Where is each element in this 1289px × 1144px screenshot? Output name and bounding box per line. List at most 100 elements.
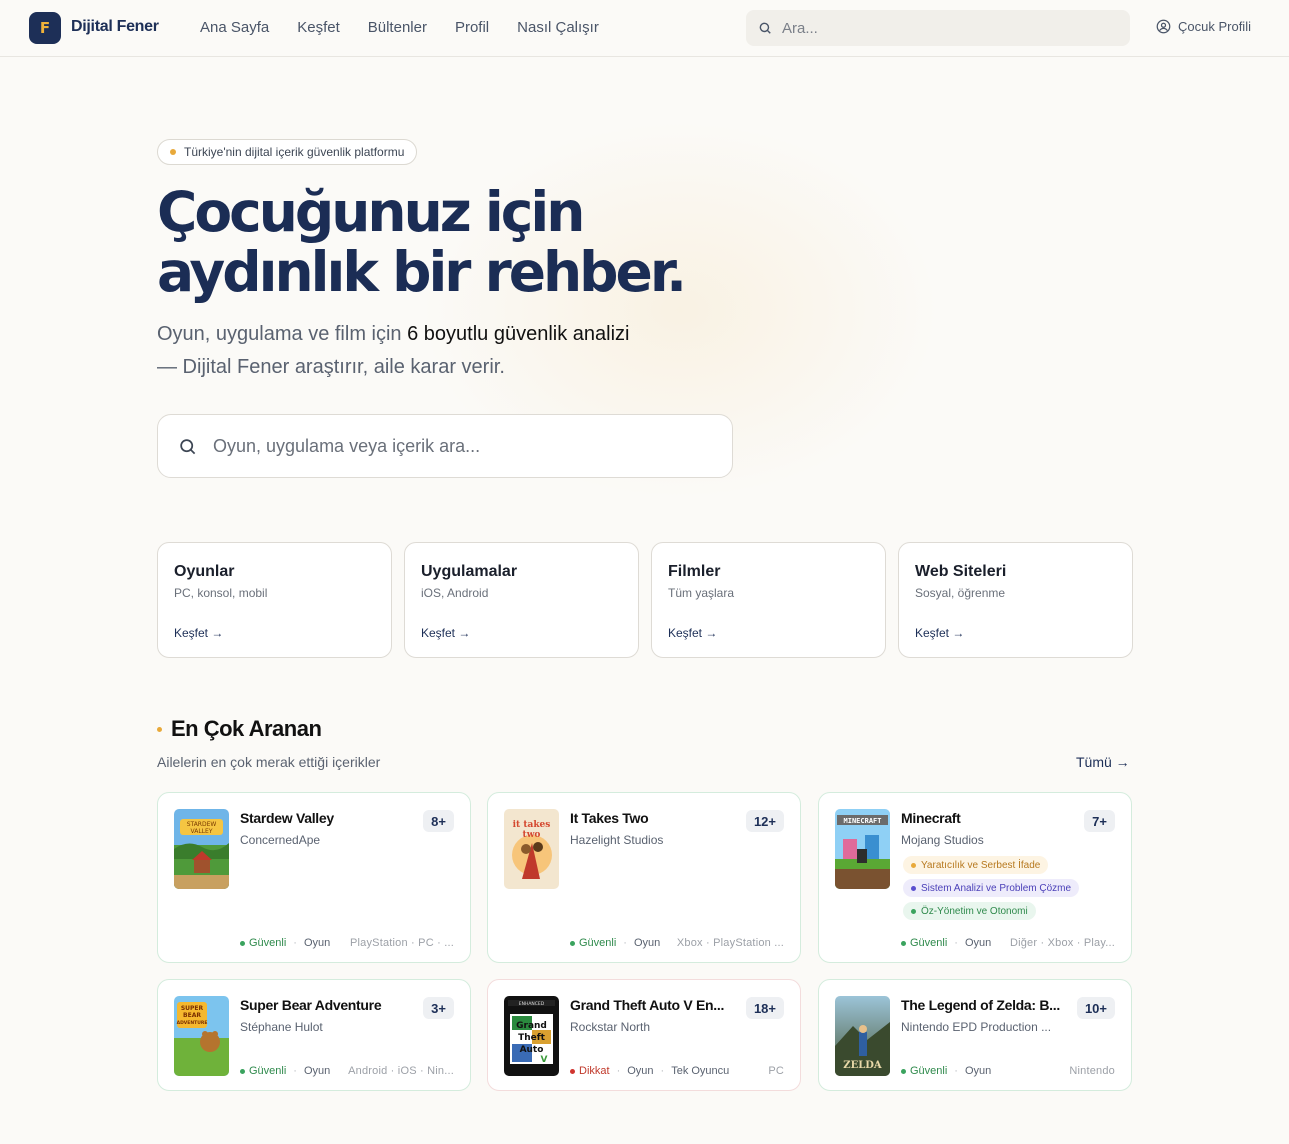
separator: ·: [293, 1065, 297, 1077]
category-desc: PC, konsol, mobil: [174, 586, 268, 600]
game-card-minecraft[interactable]: MINECRAFT Minecraft Mojang Studios 7+ Ya…: [818, 792, 1132, 963]
game-meta: Güvenli · Oyun Android · iOS · Nin...: [240, 1065, 454, 1077]
status-dot: [570, 940, 575, 946]
category-link[interactable]: Keşfet →: [174, 626, 223, 640]
game-platforms: PC: [768, 1065, 784, 1077]
status-dot: [901, 940, 906, 946]
game-card-gta-v[interactable]: ENHANCED Grand Theft Auto V Grand Theft Auto…: [487, 979, 801, 1091]
svg-text:Theft: Theft: [518, 1033, 546, 1043]
tag-dot: [911, 908, 916, 914]
game-meta: Güvenli · Oyun PlayStation · PC · ...: [240, 937, 454, 949]
game-card-zelda[interactable]: ZELDA The Legend of Zelda: B... Nintendo…: [818, 979, 1132, 1091]
category-card-games[interactable]: Oyunlar PC, konsol, mobil Keşfet →: [157, 542, 392, 658]
category-cards: Oyunlar PC, konsol, mobil Keşfet → Uygulam…: [157, 542, 1145, 658]
tag-label: Öz-Yönetim ve Otonomi: [921, 905, 1028, 917]
cover-image: it takes two: [504, 809, 559, 889]
game-developer: Stéphane Hulot: [240, 1020, 323, 1034]
nav-profile[interactable]: Profil: [455, 19, 489, 36]
game-card-it-takes-two[interactable]: it takes two It Takes Two Hazelight Studi…: [487, 792, 801, 963]
section-dot: [157, 727, 162, 732]
hero-subtitle: Oyun, uygulama ve film için 6 boyutlu gü…: [157, 318, 717, 384]
svg-text:ZELDA: ZELDA: [843, 1060, 882, 1071]
skill-tag-self-management: Öz-Yönetim ve Otonomi: [903, 902, 1036, 920]
category-title: Uygulamalar: [421, 563, 518, 580]
logo-letter: F: [39, 19, 51, 37]
game-platforms: Android · iOS · Nin...: [348, 1065, 454, 1077]
status-text: Dikkat: [579, 1065, 610, 1077]
game-card-super-bear-adventure[interactable]: SUPER BEAR ADVENTURE Super Bear Adventure …: [157, 979, 471, 1091]
logo-text[interactable]: Dijital Fener: [71, 18, 159, 36]
game-platforms: Nintendo: [1069, 1065, 1115, 1077]
header-search-input[interactable]: [782, 19, 1112, 37]
game-name: Minecraft: [901, 810, 961, 826]
status-badge: Güvenli: [570, 937, 616, 949]
cover-image: SUPER BEAR ADVENTURE: [174, 996, 229, 1076]
separator: ·: [293, 937, 297, 949]
separator: ·: [616, 1065, 621, 1077]
separator: ·: [954, 1065, 958, 1077]
search-icon: [759, 22, 771, 34]
nav-newsletters[interactable]: Bültenler: [368, 19, 427, 36]
category-card-websites[interactable]: Web Siteleri Sosyal, öğrenme Keşfet →: [898, 542, 1133, 658]
see-all-link[interactable]: Tümü →: [1076, 754, 1130, 770]
category-link[interactable]: Keşfet →: [668, 626, 717, 640]
status-badge: Güvenli: [240, 937, 286, 949]
svg-text:two: two: [523, 830, 541, 840]
category-link[interactable]: Keşfet →: [915, 626, 964, 640]
hero-title-line2: aydınlık bir rehber.: [157, 240, 687, 304]
game-meta: Güvenli · Oyun Diğer · Xbox · Play...: [901, 937, 1115, 949]
top-header: F Dijital Fener Ana Sayfa Keşfet Bültenl…: [0, 0, 1289, 57]
game-type: Oyun: [627, 1065, 654, 1077]
header-search[interactable]: [746, 10, 1130, 46]
age-rating-badge: 12+: [745, 810, 784, 832]
svg-text:STARDEW: STARDEW: [187, 821, 217, 828]
game-developer: ConcernedApe: [240, 833, 321, 847]
game-platforms: Xbox · PlayStation ...: [676, 937, 784, 949]
logo-mark[interactable]: F: [29, 12, 61, 44]
hero-sub-post: — Dijital Fener araştırır, aile karar ve…: [157, 356, 505, 378]
svg-text:it takes: it takes: [513, 820, 551, 830]
svg-text:MINECRAFT: MINECRAFT: [844, 817, 882, 825]
cover-image: ENHANCED Grand Theft Auto V: [504, 996, 559, 1076]
user-circle-icon: [1156, 19, 1171, 34]
status-dot: [240, 1068, 245, 1074]
game-meta: Dikkat · Oyun · Tek Oyuncu PC: [570, 1065, 784, 1077]
hero-search-input[interactable]: [213, 435, 713, 457]
cover-image: ZELDA: [835, 996, 890, 1076]
category-card-movies[interactable]: Filmler Tüm yaşlara Keşfet →: [651, 542, 886, 658]
hero-search[interactable]: [157, 414, 733, 478]
game-name: Grand Theft Auto V En...: [570, 997, 725, 1013]
game-type: Oyun: [303, 937, 331, 949]
age-rating-badge: 10+: [1076, 997, 1115, 1019]
svg-text:V: V: [541, 1055, 548, 1065]
game-name: It Takes Two: [570, 810, 649, 826]
game-card-stardew-valley[interactable]: STARDEW VALLEY Stardew Valley ConcernedAp…: [157, 792, 471, 963]
svg-text:ENHANCED: ENHANCED: [519, 1001, 545, 1007]
category-link[interactable]: Keşfet →: [421, 626, 470, 640]
nav-home[interactable]: Ana Sayfa: [200, 19, 269, 36]
svg-text:Auto: Auto: [520, 1045, 544, 1055]
nav-how-it-works[interactable]: Nasıl Çalışır: [517, 19, 599, 36]
status-dot: [570, 1068, 575, 1074]
separator: ·: [954, 937, 958, 949]
game-name: Stardew Valley: [240, 810, 334, 826]
search-icon: [180, 438, 196, 454]
hero-title-line1: Çocuğunuz için: [157, 180, 585, 244]
tag-dot: [911, 862, 916, 868]
category-card-apps[interactable]: Uygulamalar iOS, Android Keşfet →: [404, 542, 639, 658]
status-badge: Güvenli: [901, 1065, 947, 1077]
game-developer: Rockstar North: [570, 1020, 651, 1034]
category-desc: iOS, Android: [421, 586, 489, 600]
nav-explore[interactable]: Keşfet: [297, 19, 340, 36]
svg-text:VALLEY: VALLEY: [191, 828, 213, 835]
game-developer: Hazelight Studios: [570, 833, 664, 847]
separator: ·: [623, 937, 627, 949]
status-text: Güvenli: [910, 937, 948, 949]
svg-text:ADVENTURE: ADVENTURE: [177, 1020, 208, 1026]
game-meta: Güvenli · Oyun Nintendo: [901, 1065, 1115, 1077]
status-text: Güvenli: [249, 1065, 287, 1077]
badge-dot: [170, 149, 176, 155]
cover-image: MINECRAFT: [835, 809, 890, 889]
child-profile-button[interactable]: Çocuk Profili: [1156, 19, 1251, 34]
game-developer: Nintendo EPD Production ...: [901, 1020, 1052, 1034]
